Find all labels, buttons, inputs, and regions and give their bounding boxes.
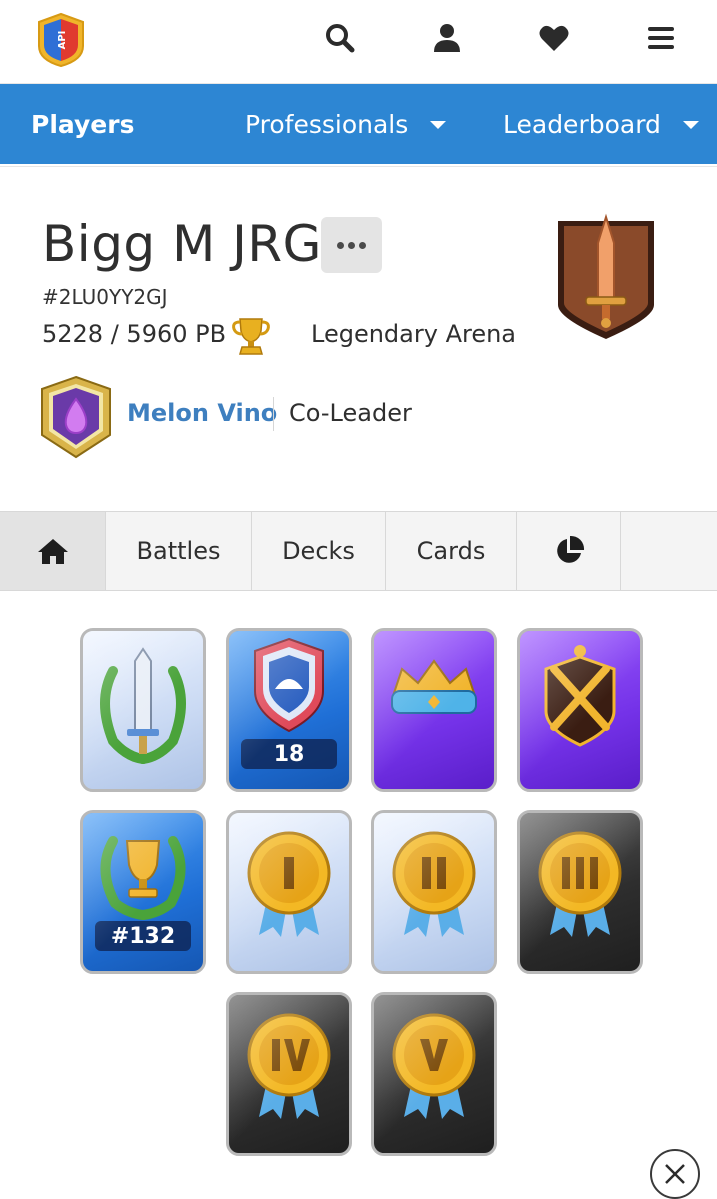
badge-medal-iii[interactable] — [517, 810, 643, 974]
profile-tabs: Battles Decks Cards — [0, 511, 717, 591]
player-tag: #2LU0YY2GJ — [42, 285, 168, 309]
badge-sword-laurel[interactable] — [80, 628, 206, 792]
close-icon — [665, 1164, 685, 1184]
badge-medal-ii[interactable] — [371, 810, 497, 974]
player-profile: Bigg M JRG #2LU0YY2GJ 5228 / 5960 PB Leg… — [0, 166, 717, 511]
tab-decks[interactable]: Decks — [252, 512, 386, 590]
user-icon[interactable] — [427, 18, 467, 58]
player-name: Bigg M JRG — [42, 215, 322, 273]
badges-grid: 18 #132 — [0, 592, 717, 1192]
arena-sword-icon — [550, 213, 662, 343]
nav-leaderboard[interactable]: Leaderboard — [503, 84, 699, 164]
nav-players[interactable]: Players — [31, 84, 134, 164]
nav-leaderboard-label: Leaderboard — [503, 109, 661, 139]
dot-icon — [348, 241, 355, 249]
badge-medal-i[interactable] — [226, 810, 352, 974]
badge-clan-wars[interactable]: 18 — [226, 628, 352, 792]
badge-trophy-rank[interactable]: #132 — [80, 810, 206, 974]
heart-icon[interactable] — [534, 18, 574, 58]
badge-crossed-swords[interactable] — [517, 628, 643, 792]
badge-crown[interactable] — [371, 628, 497, 792]
nav-professionals[interactable]: Professionals — [245, 84, 447, 164]
svg-text:API: API — [57, 31, 68, 50]
search-icon[interactable] — [320, 18, 360, 58]
royaleapi-logo-icon[interactable]: API — [36, 12, 86, 68]
tab-decks-label: Decks — [282, 537, 355, 565]
clan-role: Co-Leader — [289, 399, 412, 427]
badge-medal-iv[interactable] — [226, 992, 352, 1156]
clan-badge-icon[interactable] — [40, 375, 112, 459]
home-icon — [37, 539, 68, 564]
chevron-down-icon — [430, 121, 447, 129]
badge-medal-v[interactable] — [371, 992, 497, 1156]
divider — [273, 397, 274, 431]
tab-cards[interactable]: Cards — [386, 512, 517, 590]
menu-icon[interactable] — [641, 18, 681, 58]
pie-chart-icon — [556, 535, 584, 563]
dot-icon — [359, 241, 366, 249]
arena-name: Legendary Arena — [311, 320, 517, 348]
close-button[interactable] — [650, 1149, 700, 1199]
trophy-icon — [230, 315, 272, 357]
nav-professionals-label: Professionals — [245, 109, 409, 139]
dot-icon — [337, 241, 344, 249]
tab-battles-label: Battles — [136, 537, 221, 565]
nav-players-label: Players — [31, 109, 135, 139]
more-options-button[interactable] — [321, 217, 382, 273]
clan-name-link[interactable]: Melon Vino — [127, 399, 277, 427]
tab-stats[interactable] — [517, 512, 621, 590]
main-nav: Players Professionals Leaderboard — [0, 84, 717, 164]
tab-battles[interactable]: Battles — [106, 512, 252, 590]
tab-cards-label: Cards — [416, 537, 486, 565]
top-header: API — [0, 0, 717, 84]
trophy-count: 5228 / 5960 PB — [42, 320, 227, 348]
chevron-down-icon — [682, 121, 699, 129]
tab-home[interactable] — [0, 512, 106, 590]
